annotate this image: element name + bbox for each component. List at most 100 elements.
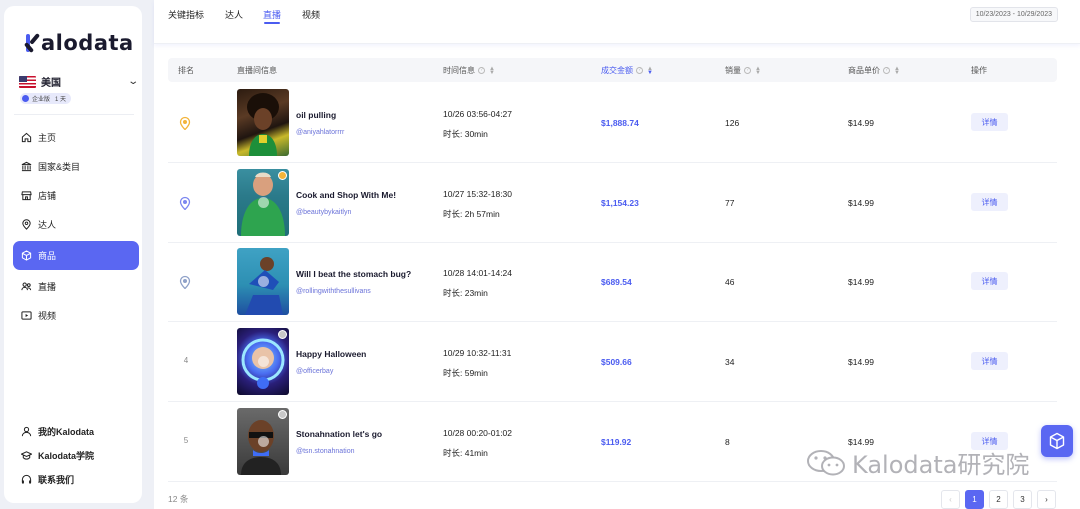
live-thumbnail[interactable] [237,248,289,315]
box-icon [21,250,32,261]
nav-item-home[interactable]: 主页 [13,123,139,152]
live-time: 10/28 00:20-01:02 [443,428,513,438]
sales-count: 46 [725,277,735,287]
graduation-cap-icon [21,450,32,461]
creator-handle[interactable]: @rollingwiththesullivans [296,288,371,295]
watermark: Kalodata研究院 [806,445,1029,480]
wechat-icon [807,449,845,475]
plan-icon [22,95,29,102]
col-live-info: 直播间信息 [237,66,277,75]
bronze-medal-icon [179,275,191,289]
live-thumbnail[interactable] [237,89,289,156]
sort-icon[interactable]: ▲ ▼ [489,66,495,76]
nav-label: 店铺 [38,191,57,201]
live-title[interactable]: Will I beat the stomach bug? [296,269,411,279]
play-icon[interactable] [258,276,269,287]
live-thumbnail[interactable] [237,408,289,475]
kalodata-logo[interactable]: alodata [23,31,134,55]
tab-live[interactable]: 直播 [263,8,281,24]
col-sales[interactable]: 销量? ▲ ▼ [725,65,761,76]
table-row[interactable]: Cook and Shop With Me! @beautybykaitlyn … [168,163,1057,243]
live-title[interactable]: oil pulling [296,110,336,120]
table-row[interactable]: Will I beat the stomach bug? @rollingwit… [168,242,1057,322]
creator-handle[interactable]: @aniyahlatorrrr [296,129,344,136]
tab-creators[interactable]: 达人 [225,8,243,21]
unit-price: $14.99 [848,357,874,367]
detail-button[interactable]: 详情 [971,272,1008,290]
nav-item-creators[interactable]: 达人 [13,210,139,239]
detail-button[interactable]: 详情 [971,352,1008,370]
nav-item-products[interactable]: 商品 [13,241,139,270]
rank-number: 4 [183,356,189,365]
bank-icon [21,161,32,172]
table-row[interactable]: 4 Happy Halloween @officerbay 10/29 10:3… [168,322,1057,402]
creator-handle[interactable]: @tsn.stonahnation [296,448,354,455]
date-range-picker[interactable]: 10/23/2023 - 10/29/2023 [969,7,1058,22]
user-icon [21,426,32,437]
next-page-button[interactable]: › [1037,490,1056,509]
play-icon[interactable] [258,356,269,367]
nav-item-live[interactable]: 直播 [13,272,139,301]
help-icon[interactable]: ? [883,67,890,74]
help-icon[interactable]: ? [636,67,643,74]
sales-count: 77 [725,198,735,208]
live-time: 10/28 14:01-14:24 [443,268,513,278]
nav-item-country-category[interactable]: 国家&类目 [13,152,139,181]
nav-item-contact[interactable]: 联系我们 [13,467,139,491]
rank-number: 5 [183,436,189,445]
nav-item-my-kalodata[interactable]: 我的Kalodata [13,419,139,443]
help-icon[interactable]: ? [478,67,485,74]
live-thumbnail[interactable] [237,169,289,236]
group-icon [21,281,32,292]
nav-item-academy[interactable]: Kalodata学院 [13,443,139,467]
sort-icon[interactable]: ▲ ▼ [755,66,761,76]
sales-amount: $509.66 [601,357,632,367]
headset-icon [21,474,32,485]
col-unit-price[interactable]: 商品单价? ▲ ▼ [848,65,900,76]
prev-page-button[interactable]: ‹ [941,490,960,509]
gold-medal-icon [179,116,191,130]
sidebar-divider [14,114,134,115]
live-title[interactable]: Stonahnation let's go [296,429,382,439]
nav-label: Kalodata学院 [38,450,95,461]
page-button[interactable]: 1 [965,490,984,509]
sort-icon[interactable]: ▲ ▼ [894,66,900,76]
detail-button[interactable]: 详情 [971,193,1008,211]
col-time-info[interactable]: 时间信息? ▲ ▼ [443,65,495,76]
table-row[interactable]: oil pulling @aniyahlatorrrr 10/26 03:56-… [168,83,1057,163]
pagination: ‹ 1 2 3 › [936,490,1056,509]
play-icon[interactable] [258,436,269,447]
col-actions: 操作 [971,66,987,75]
creator-handle[interactable]: @officerbay [296,368,333,375]
main-panel: 关键指标 达人 直播 视频 10/23/2023 - 10/29/2023 排名… [154,0,1080,509]
creator-handle[interactable]: @beautybykaitlyn [296,209,351,216]
nav-item-stores[interactable]: 店铺 [13,181,139,210]
nav-label: 直播 [38,282,57,292]
page-button[interactable]: 3 [1013,490,1032,509]
live-title[interactable]: Happy Halloween [296,349,366,359]
live-duration: 时长: 23min [443,288,488,298]
nav-label: 达人 [38,220,57,230]
nav-label: 联系我们 [38,474,75,485]
nav-label: 商品 [38,251,57,261]
nav-item-videos[interactable]: 视频 [13,301,139,330]
tab-videos[interactable]: 视频 [302,8,320,21]
country-selector[interactable]: 美国 ⌄ [19,74,139,89]
cube-icon [1049,432,1065,450]
floating-cube-button[interactable] [1041,425,1073,457]
live-time: 10/27 15:32-18:30 [443,189,513,199]
col-amount[interactable]: 成交金额? ▲ ▼ [601,65,653,76]
detail-button[interactable]: 详情 [971,113,1008,131]
page-button[interactable]: 2 [989,490,1008,509]
sort-icon[interactable]: ▲ ▼ [647,66,653,76]
play-icon[interactable] [258,197,269,208]
sales-count: 8 [725,437,730,447]
live-duration: 时长: 30min [443,129,488,139]
tab-key-metrics[interactable]: 关键指标 [168,8,204,21]
live-duration: 时长: 41min [443,448,488,458]
live-thumbnail[interactable] [237,328,289,395]
main-nav: 主页 国家&类目 店铺 达人 商品 直播 视频 [13,123,139,330]
live-time: 10/29 10:32-11:31 [443,348,512,358]
live-title[interactable]: Cook and Shop With Me! [296,190,396,200]
help-icon[interactable]: ? [744,67,751,74]
